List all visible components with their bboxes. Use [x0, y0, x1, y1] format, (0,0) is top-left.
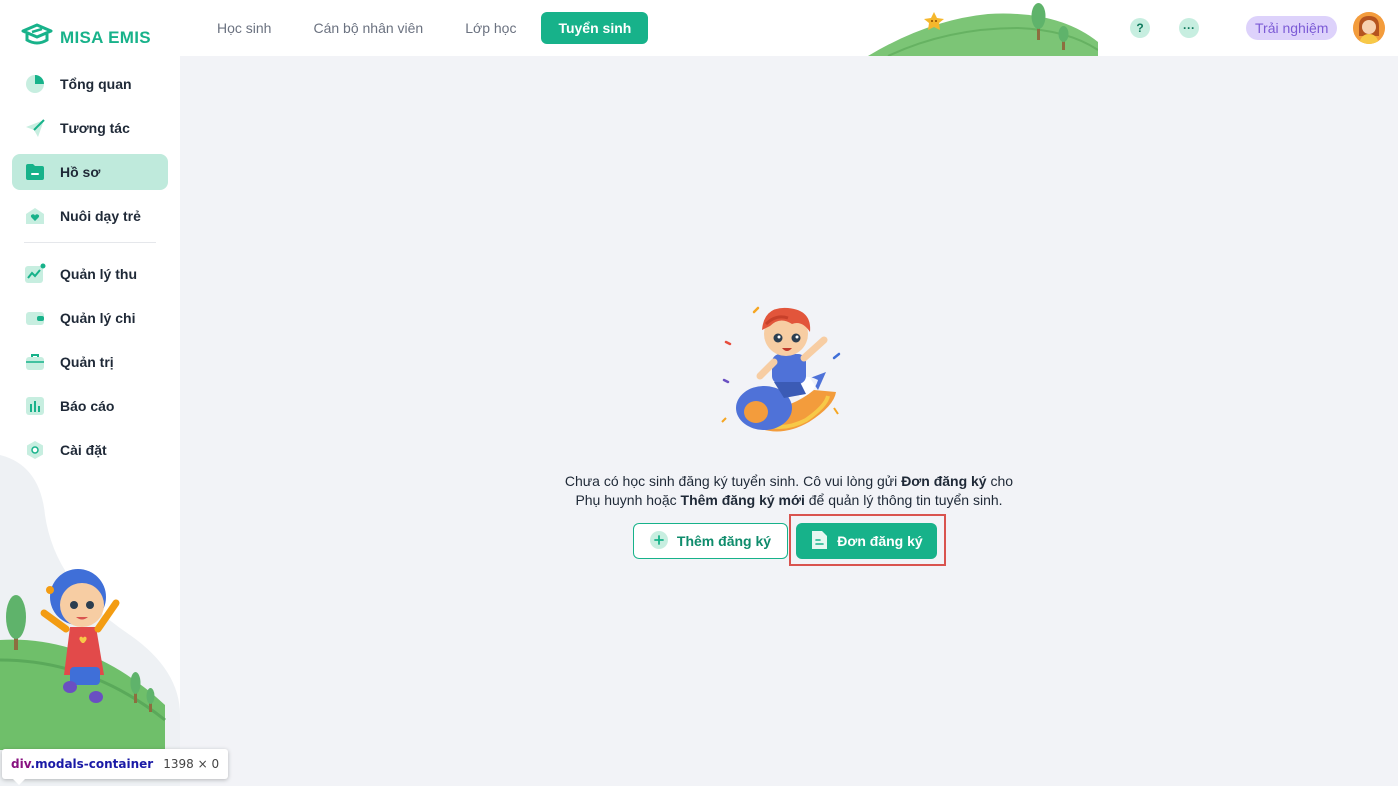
devtools-class-name: .modals-container [30, 757, 154, 771]
tab-lop-hoc[interactable]: Lớp học [448, 12, 533, 44]
sidebar-girl-illustration [0, 455, 180, 786]
registration-form-label: Đơn đăng ký [837, 533, 923, 549]
empty-state-text: để quản lý thông tin tuyển sinh. [804, 492, 1003, 508]
app-logo[interactable]: MISA EMIS [20, 22, 151, 53]
document-icon [810, 530, 828, 553]
empty-state-text: cho [986, 473, 1014, 489]
sidebar-item-ho-so[interactable]: Hồ sơ [12, 154, 168, 190]
plus-icon [649, 530, 668, 552]
add-registration-label: Thêm đăng ký [676, 533, 772, 549]
sidebar-item-label: Báo cáo [60, 398, 115, 414]
sidebar-item-label: Quản lý chi [60, 310, 136, 326]
empty-state-emphasis: Đơn đăng ký [901, 473, 987, 489]
top-actions: ? ··· Trải nghiệm [1108, 0, 1398, 56]
pie-chart-icon [24, 73, 46, 95]
tab-hoc-sinh[interactable]: Học sinh [200, 12, 288, 44]
help-button[interactable]: ? [1130, 18, 1150, 38]
empty-state-emphasis: Thêm đăng ký mới [680, 492, 805, 508]
user-avatar-icon [1353, 12, 1385, 44]
wallet-icon [24, 307, 46, 329]
tab-tuyen-sinh[interactable]: Tuyển sinh [541, 12, 649, 44]
sidebar-item-nuoi-day-tre[interactable]: Nuôi dạy trẻ [12, 198, 168, 234]
empty-state-line-1: Chưa có học sinh đăng ký tuyển sinh. Cô … [520, 472, 1058, 491]
sidebar-item-label: Tương tác [60, 120, 130, 136]
boy-rocket-illustration [721, 306, 841, 432]
sidebar-item-label: Hồ sơ [60, 164, 101, 180]
sidebar-item-quan-ly-chi[interactable]: Quản lý chi [12, 300, 168, 336]
help-icon: ? [1136, 21, 1144, 35]
more-icon: ··· [1183, 21, 1195, 35]
sidebar-item-label: Quản trị [60, 354, 114, 370]
sidebar-item-tong-quan[interactable]: Tổng quan [12, 66, 168, 102]
trial-button[interactable]: Trải nghiệm [1246, 16, 1338, 40]
header-hill-illustration [868, 3, 1098, 56]
sidebar-nav: Tổng quan Tương tác Hồ sơ Nuôi dạy trẻ Q… [12, 66, 168, 476]
sidebar: MISA EMIS Tổng quan Tương tác Hồ sơ Nuôi… [0, 0, 180, 786]
trend-up-icon [24, 263, 46, 285]
heart-house-icon [24, 205, 46, 227]
sidebar-divider [24, 242, 156, 243]
sidebar-item-quan-tri[interactable]: Quản trị [12, 344, 168, 380]
sidebar-item-label: Tổng quan [60, 76, 132, 92]
folder-icon [24, 161, 46, 183]
sidebar-item-quan-ly-thu[interactable]: Quản lý thu [12, 256, 168, 292]
devtools-element-size: 1398 × 0 [163, 757, 220, 771]
tab-can-bo-nhan-vien[interactable]: Cán bộ nhân viên [296, 12, 440, 44]
add-registration-button[interactable]: Thêm đăng ký [633, 523, 788, 559]
top-bar: Học sinh Cán bộ nhân viên Lớp học Tuyển … [180, 0, 1398, 56]
empty-state-text: Phụ huynh hoặc [575, 492, 681, 508]
module-tabs: Học sinh Cán bộ nhân viên Lớp học Tuyển … [200, 12, 649, 44]
app-logo-text: MISA EMIS [60, 27, 151, 47]
empty-state-line-2: Phụ huynh hoặc Thêm đăng ký mới để quản … [520, 491, 1058, 510]
empty-state-message: Chưa có học sinh đăng ký tuyển sinh. Cô … [520, 472, 1058, 510]
sidebar-item-bao-cao[interactable]: Báo cáo [12, 388, 168, 424]
more-button[interactable]: ··· [1179, 18, 1199, 38]
admission-empty-state: Chưa có học sinh đăng ký tuyển sinh. Cô … [180, 56, 1398, 786]
misa-logo-icon [20, 22, 54, 53]
devtools-tooltip-arrow [12, 778, 26, 785]
sidebar-item-tuong-tac[interactable]: Tương tác [12, 110, 168, 146]
registration-form-button[interactable]: Đơn đăng ký [796, 523, 937, 559]
sidebar-item-label: Quản lý thu [60, 266, 137, 282]
sidebar-item-label: Nuôi dạy trẻ [60, 208, 141, 224]
devtools-element-tooltip: div.modals-container 1398 × 0 [2, 749, 229, 779]
avatar[interactable] [1353, 12, 1385, 44]
briefcase-icon [24, 351, 46, 373]
devtools-tag-name: div [11, 757, 31, 771]
empty-state-text: Chưa có học sinh đăng ký tuyển sinh. Cô … [564, 473, 902, 489]
bar-chart-icon [24, 395, 46, 417]
paper-plane-icon [24, 117, 46, 139]
